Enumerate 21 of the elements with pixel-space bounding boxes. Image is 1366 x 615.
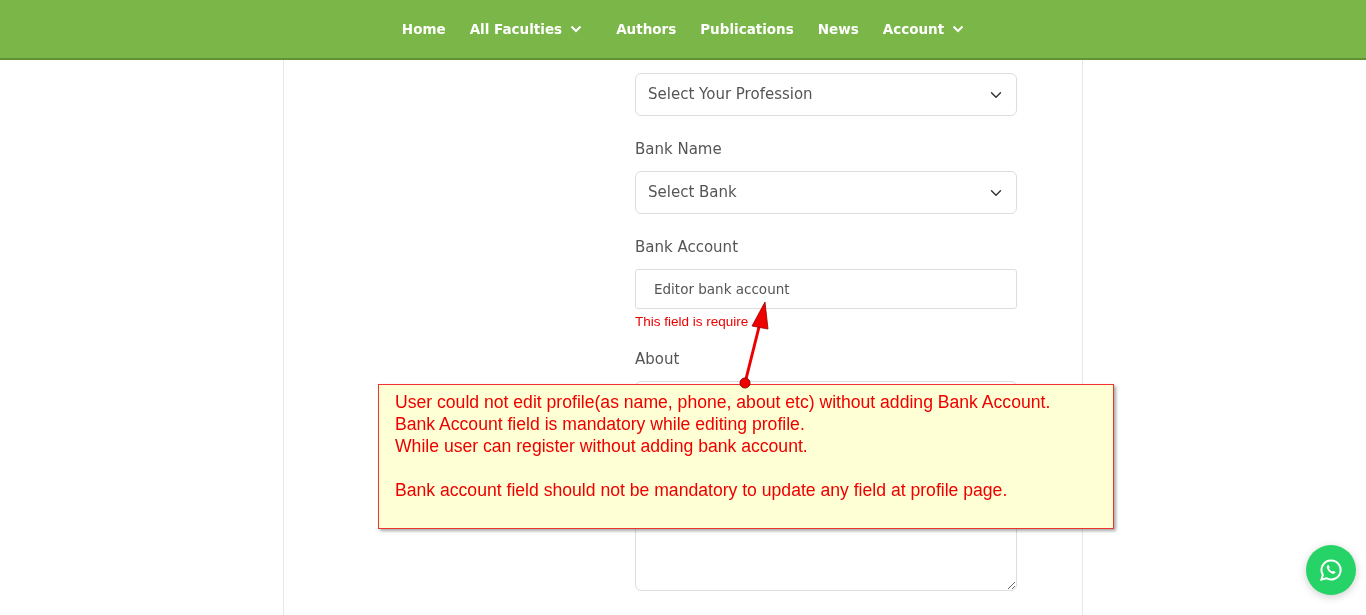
chevron-down-icon bbox=[570, 25, 583, 33]
select-field[interactable]: Select Your Profession bbox=[635, 73, 1017, 116]
select-field[interactable]: Select Bank bbox=[635, 171, 1017, 214]
annotation-text: While user can register without adding bank account. bbox=[395, 435, 809, 457]
annotation-text: Bank Account field is mandatory while editing profile. bbox=[395, 413, 806, 435]
chevron-down-icon bbox=[952, 25, 965, 33]
nav-link[interactable]: Publications bbox=[700, 18, 794, 40]
field-label: About bbox=[635, 350, 681, 369]
field-label: Bank Name bbox=[635, 140, 723, 159]
input-field[interactable]: Editor bank account bbox=[635, 269, 1017, 309]
nav-link[interactable]: Authors bbox=[616, 18, 677, 40]
nav-dropdown[interactable]: Account bbox=[882, 18, 965, 40]
error-message: This field is require bbox=[635, 313, 750, 330]
field-label: Bank Account bbox=[635, 238, 739, 257]
nav-link[interactable]: Home bbox=[401, 18, 446, 40]
nav-link[interactable]: News bbox=[817, 18, 859, 40]
chat-bubble-icon bbox=[1319, 558, 1343, 582]
nav-dropdown[interactable]: All Faculties bbox=[469, 18, 583, 40]
annotation-text: User could not edit profile(as name, phone, about etc) without adding Bank Account. bbox=[395, 391, 1052, 413]
annotation-text: Bank account field should not be mandatory to update any field at profile page. bbox=[395, 479, 1009, 501]
chat-button[interactable] bbox=[1306, 545, 1356, 595]
